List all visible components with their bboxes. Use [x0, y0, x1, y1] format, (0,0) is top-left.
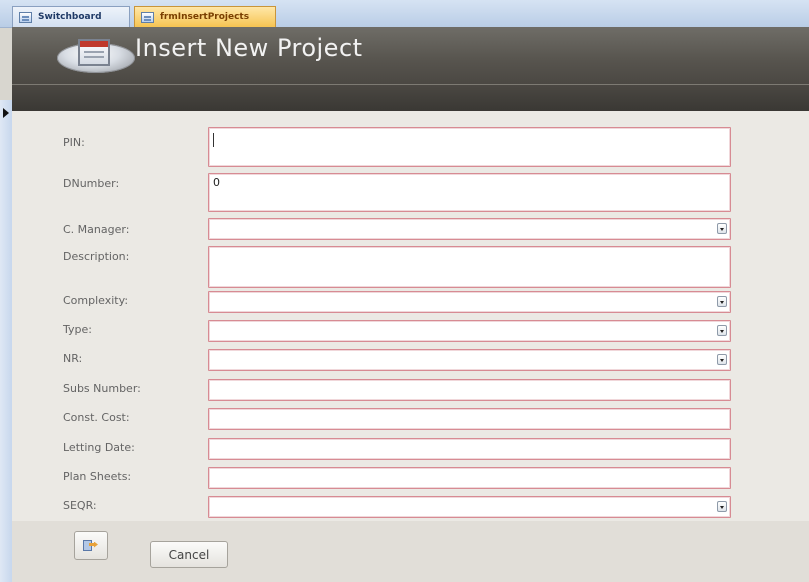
form-logo-sheet-icon [78, 39, 110, 66]
dropdown-arrow-icon[interactable] [717, 223, 727, 234]
c-manager-label: C. Manager: [63, 223, 130, 236]
save-record-button[interactable] [74, 531, 108, 560]
dnumber-value: 0 [213, 176, 220, 189]
type-combo[interactable] [208, 320, 731, 342]
seqr-combo[interactable] [208, 496, 731, 518]
current-record-arrow-icon [3, 108, 9, 118]
pin-field[interactable] [208, 127, 731, 167]
form-body: PIN: DNumber: 0 C. Manager: Description:… [12, 111, 809, 582]
pin-label: PIN: [63, 136, 85, 149]
nr-combo[interactable] [208, 349, 731, 371]
form-footer: Cancel [12, 521, 809, 582]
tab-frm-insert-projects[interactable]: frmInsertProjects [134, 6, 276, 27]
tab-switchboard-label: Switchboard [38, 12, 102, 22]
dnumber-label: DNumber: [63, 177, 120, 190]
nr-label: NR: [63, 352, 83, 365]
const-cost-field[interactable] [208, 408, 731, 430]
save-arrow-icon [83, 539, 99, 552]
header-divider [12, 84, 809, 85]
form-detail-section: PIN: DNumber: 0 C. Manager: Description:… [12, 111, 809, 521]
plan-sheets-label: Plan Sheets: [63, 470, 132, 483]
dropdown-arrow-icon[interactable] [717, 325, 727, 336]
dnumber-field[interactable]: 0 [208, 173, 731, 212]
dropdown-arrow-icon[interactable] [717, 354, 727, 365]
description-label: Description: [63, 250, 130, 263]
page-title: Insert New Project [135, 34, 363, 62]
tab-switchboard[interactable]: Switchboard [12, 6, 130, 27]
c-manager-combo[interactable] [208, 218, 731, 240]
form-icon [141, 11, 154, 23]
seqr-label: SEQR: [63, 499, 97, 512]
text-cursor [213, 133, 214, 147]
form-header: Insert New Project [12, 27, 809, 111]
letting-date-label: Letting Date: [63, 441, 135, 454]
document-tab-bar: Switchboard frmInsertProjects [0, 0, 809, 28]
tab-frm-insert-projects-label: frmInsertProjects [160, 12, 250, 22]
complexity-label: Complexity: [63, 294, 129, 307]
dropdown-arrow-icon[interactable] [717, 501, 727, 512]
subs-number-label: Subs Number: [63, 382, 141, 395]
description-field[interactable] [208, 246, 731, 288]
plan-sheets-field[interactable] [208, 467, 731, 489]
form-icon [19, 11, 32, 23]
subs-number-field[interactable] [208, 379, 731, 401]
const-cost-label: Const. Cost: [63, 411, 130, 424]
complexity-combo[interactable] [208, 291, 731, 313]
type-label: Type: [63, 323, 92, 336]
letting-date-field[interactable] [208, 438, 731, 460]
dropdown-arrow-icon[interactable] [717, 296, 727, 307]
cancel-button[interactable]: Cancel [150, 541, 228, 568]
